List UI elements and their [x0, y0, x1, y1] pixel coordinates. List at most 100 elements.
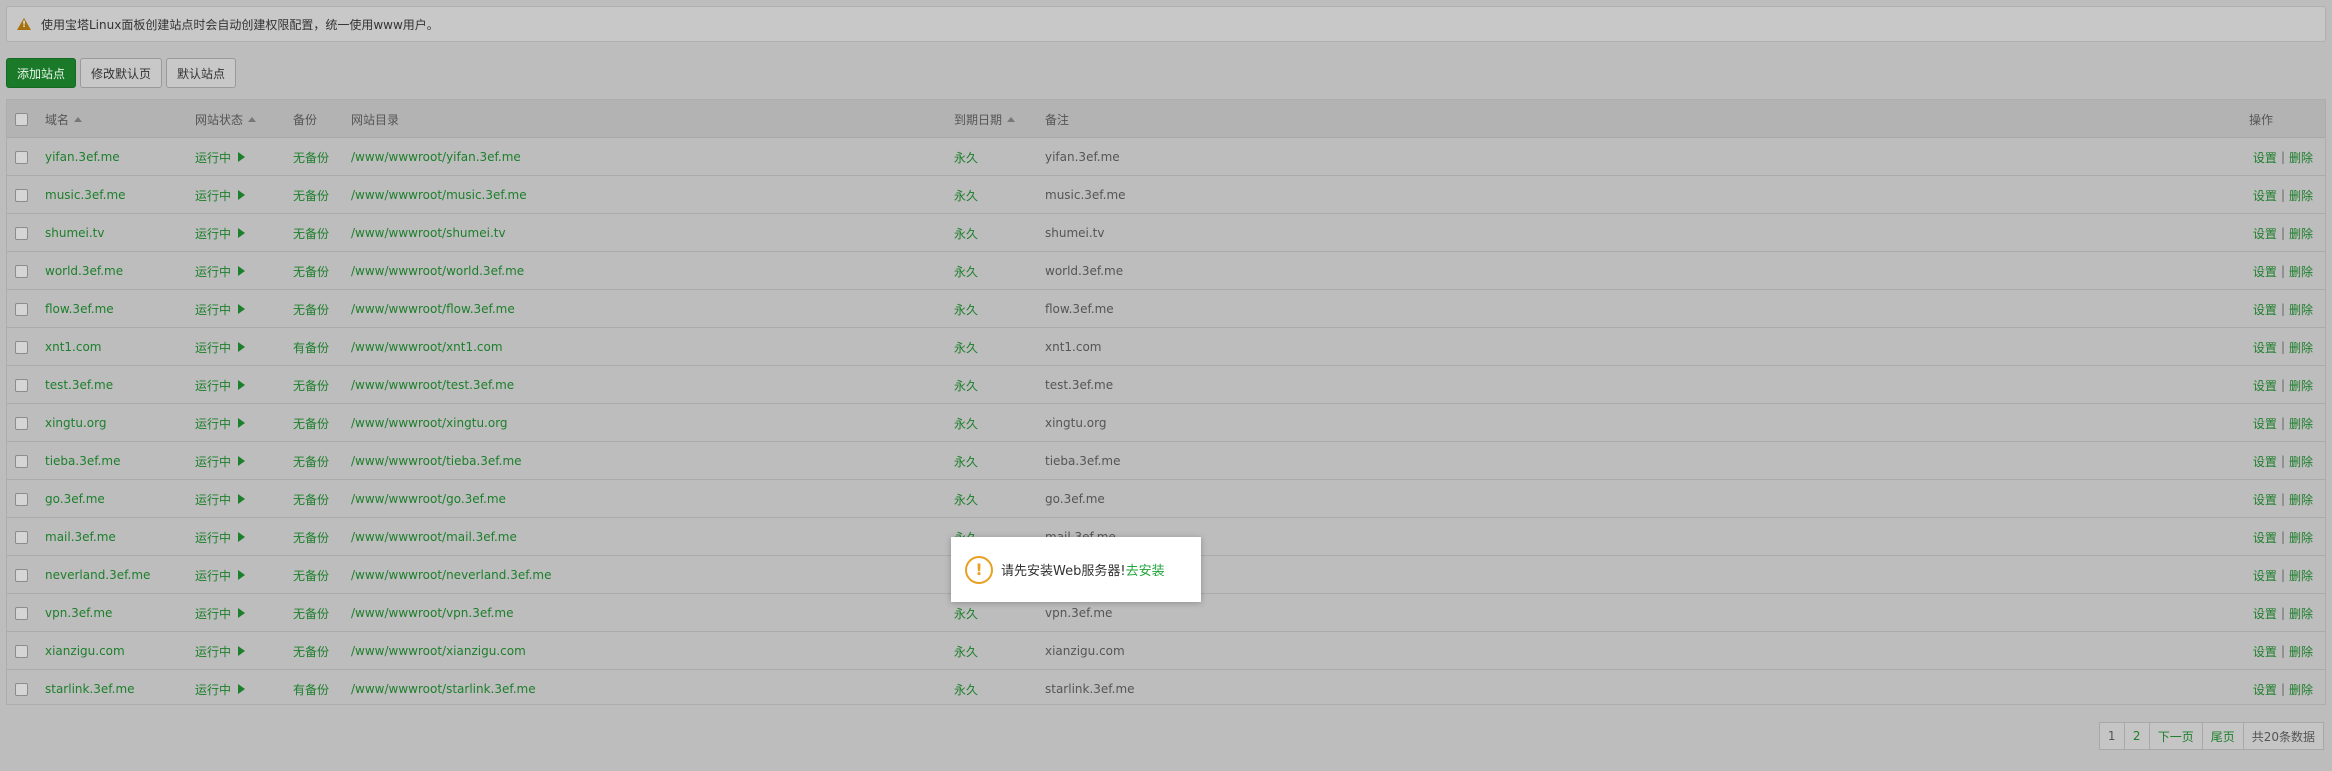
- site-domain-link[interactable]: flow.3ef.me: [45, 290, 114, 328]
- row-checkbox[interactable]: [15, 568, 28, 582]
- delete-link[interactable]: 删除: [2289, 225, 2313, 242]
- row-checkbox[interactable]: [15, 492, 28, 506]
- site-directory-link[interactable]: /www/wwwroot/music.3ef.me: [351, 176, 527, 214]
- row-checkbox[interactable]: [15, 188, 28, 202]
- row-checkbox[interactable]: [15, 378, 28, 392]
- settings-link[interactable]: 设置: [2253, 681, 2277, 698]
- site-expire[interactable]: 永久: [954, 404, 978, 442]
- site-status[interactable]: 运行中: [195, 366, 246, 404]
- settings-link[interactable]: 设置: [2253, 491, 2277, 508]
- site-domain-link[interactable]: starlink.3ef.me: [45, 670, 135, 708]
- site-domain-link[interactable]: music.3ef.me: [45, 176, 126, 214]
- header-expire[interactable]: 到期日期: [954, 100, 1016, 138]
- delete-link[interactable]: 删除: [2289, 263, 2313, 280]
- site-domain-link[interactable]: mail.3ef.me: [45, 518, 116, 556]
- site-remark[interactable]: flow.3ef.me: [1045, 290, 1114, 328]
- header-domain[interactable]: 域名: [45, 100, 83, 138]
- settings-link[interactable]: 设置: [2253, 605, 2277, 622]
- site-backup[interactable]: 无备份: [293, 138, 329, 176]
- row-checkbox[interactable]: [15, 530, 28, 544]
- site-directory-link[interactable]: /www/wwwroot/starlink.3ef.me: [351, 670, 536, 708]
- delete-link[interactable]: 删除: [2289, 339, 2313, 356]
- site-domain-link[interactable]: world.3ef.me: [45, 252, 123, 290]
- site-remark[interactable]: starlink.3ef.me: [1045, 670, 1135, 708]
- site-directory-link[interactable]: /www/wwwroot/mail.3ef.me: [351, 518, 517, 556]
- site-domain-link[interactable]: go.3ef.me: [45, 480, 105, 518]
- site-backup[interactable]: 无备份: [293, 252, 329, 290]
- delete-link[interactable]: 删除: [2289, 301, 2313, 318]
- delete-link[interactable]: 删除: [2289, 491, 2313, 508]
- site-domain-link[interactable]: shumei.tv: [45, 214, 105, 252]
- site-backup[interactable]: 无备份: [293, 518, 329, 556]
- delete-link[interactable]: 删除: [2289, 415, 2313, 432]
- site-status[interactable]: 运行中: [195, 252, 246, 290]
- row-checkbox[interactable]: [15, 226, 28, 240]
- site-remark[interactable]: xingtu.org: [1045, 404, 1106, 442]
- site-expire[interactable]: 永久: [954, 176, 978, 214]
- site-remark[interactable]: shumei.tv: [1045, 214, 1105, 252]
- site-expire[interactable]: 永久: [954, 138, 978, 176]
- site-backup[interactable]: 无备份: [293, 480, 329, 518]
- site-status[interactable]: 运行中: [195, 404, 246, 442]
- delete-link[interactable]: 删除: [2289, 529, 2313, 546]
- delete-link[interactable]: 删除: [2289, 605, 2313, 622]
- site-domain-link[interactable]: xnt1.com: [45, 328, 102, 366]
- site-domain-link[interactable]: neverland.3ef.me: [45, 556, 150, 594]
- site-remark[interactable]: xianzigu.com: [1045, 632, 1125, 670]
- site-remark[interactable]: music.3ef.me: [1045, 176, 1126, 214]
- site-expire[interactable]: 永久: [954, 214, 978, 252]
- row-checkbox[interactable]: [15, 606, 28, 620]
- site-directory-link[interactable]: /www/wwwroot/neverland.3ef.me: [351, 556, 551, 594]
- delete-link[interactable]: 删除: [2289, 149, 2313, 166]
- edit-default-page-button[interactable]: 修改默认页: [80, 58, 163, 88]
- delete-link[interactable]: 删除: [2289, 643, 2313, 660]
- site-directory-link[interactable]: /www/wwwroot/shumei.tv: [351, 214, 506, 252]
- site-backup[interactable]: 无备份: [293, 556, 329, 594]
- site-backup[interactable]: 无备份: [293, 366, 329, 404]
- site-expire[interactable]: 永久: [954, 290, 978, 328]
- row-checkbox[interactable]: [15, 454, 28, 468]
- settings-link[interactable]: 设置: [2253, 415, 2277, 432]
- site-directory-link[interactable]: /www/wwwroot/world.3ef.me: [351, 252, 524, 290]
- settings-link[interactable]: 设置: [2253, 263, 2277, 280]
- settings-link[interactable]: 设置: [2253, 377, 2277, 394]
- site-status[interactable]: 运行中: [195, 328, 246, 366]
- site-expire[interactable]: 永久: [954, 670, 978, 708]
- site-directory-link[interactable]: /www/wwwroot/test.3ef.me: [351, 366, 514, 404]
- delete-link[interactable]: 删除: [2289, 377, 2313, 394]
- site-status[interactable]: 运行中: [195, 290, 246, 328]
- site-directory-link[interactable]: /www/wwwroot/yifan.3ef.me: [351, 138, 521, 176]
- settings-link[interactable]: 设置: [2253, 339, 2277, 356]
- site-directory-link[interactable]: /www/wwwroot/go.3ef.me: [351, 480, 506, 518]
- site-directory-link[interactable]: /www/wwwroot/vpn.3ef.me: [351, 594, 513, 632]
- settings-link[interactable]: 设置: [2253, 187, 2277, 204]
- site-expire[interactable]: 永久: [954, 366, 978, 404]
- settings-link[interactable]: 设置: [2253, 149, 2277, 166]
- site-status[interactable]: 运行中: [195, 138, 246, 176]
- row-checkbox[interactable]: [15, 682, 28, 696]
- delete-link[interactable]: 删除: [2289, 567, 2313, 584]
- row-checkbox[interactable]: [15, 340, 28, 354]
- site-status[interactable]: 运行中: [195, 556, 246, 594]
- settings-link[interactable]: 设置: [2253, 225, 2277, 242]
- site-domain-link[interactable]: test.3ef.me: [45, 366, 113, 404]
- site-status[interactable]: 运行中: [195, 214, 246, 252]
- site-expire[interactable]: 永久: [954, 252, 978, 290]
- site-backup[interactable]: 无备份: [293, 594, 329, 632]
- site-status[interactable]: 运行中: [195, 632, 246, 670]
- site-backup[interactable]: 有备份: [293, 670, 329, 708]
- settings-link[interactable]: 设置: [2253, 529, 2277, 546]
- site-remark[interactable]: go.3ef.me: [1045, 480, 1105, 518]
- site-remark[interactable]: yifan.3ef.me: [1045, 138, 1120, 176]
- next-page[interactable]: 下一页: [2148, 722, 2203, 750]
- settings-link[interactable]: 设置: [2253, 301, 2277, 318]
- delete-link[interactable]: 删除: [2289, 187, 2313, 204]
- site-status[interactable]: 运行中: [195, 480, 246, 518]
- last-page[interactable]: 尾页: [2201, 722, 2244, 750]
- site-status[interactable]: 运行中: [195, 594, 246, 632]
- site-backup[interactable]: 无备份: [293, 632, 329, 670]
- site-backup[interactable]: 无备份: [293, 404, 329, 442]
- row-checkbox[interactable]: [15, 416, 28, 430]
- site-directory-link[interactable]: /www/wwwroot/xianzigu.com: [351, 632, 526, 670]
- site-directory-link[interactable]: /www/wwwroot/flow.3ef.me: [351, 290, 515, 328]
